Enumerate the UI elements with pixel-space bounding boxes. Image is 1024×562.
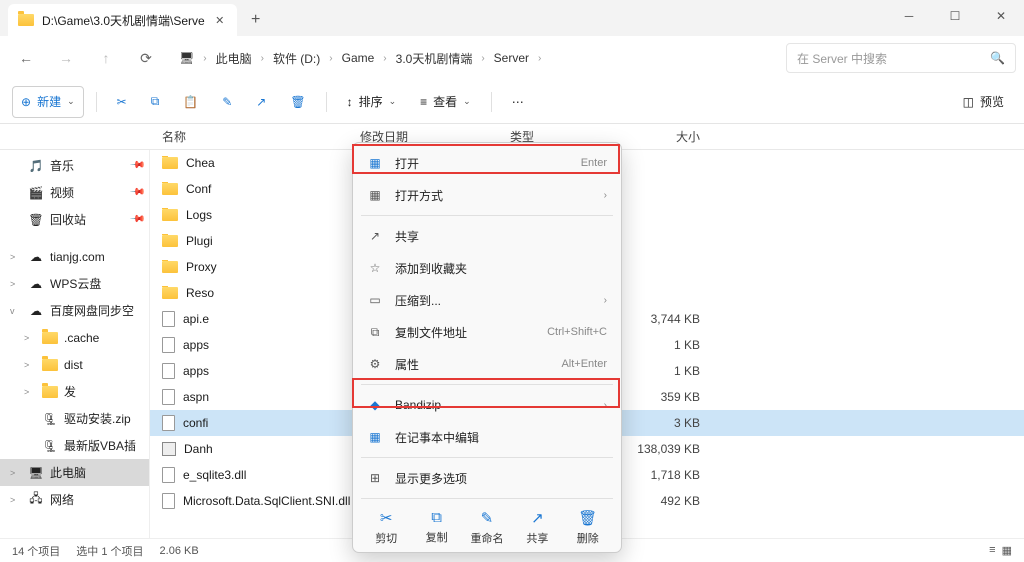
- ctx-share2[interactable]: ↗共享: [514, 509, 560, 546]
- maximize-button[interactable]: ☐: [932, 0, 978, 32]
- ctx-notepad[interactable]: ▦在记事本中编辑: [353, 421, 621, 453]
- sidebar-item[interactable]: >.cache: [0, 324, 149, 351]
- refresh-button[interactable]: ⟳: [128, 40, 164, 76]
- forward-button[interactable]: →: [48, 40, 84, 76]
- status-size: 2.06 KB: [160, 545, 199, 557]
- paste-button[interactable]: 📋: [175, 86, 206, 118]
- file-list: ▦打开Enter ▦打开方式› ↗共享 ☆添加到收藏夹 ▭压缩到...› ⧉复制…: [150, 150, 1024, 540]
- crumb[interactable]: 3.0天机剧情端: [391, 47, 478, 70]
- toolbar: ⊕ 新建 ⌄ ✂ ⧉ 📋 ✎ ↗ 🗑 ↕ 排序 ⌄ ≡ 查看 ⌄ ⋯ ◫ 预览: [0, 80, 1024, 124]
- ctx-cut[interactable]: ✂剪切: [363, 509, 409, 546]
- search-icon: 🔍: [990, 51, 1005, 65]
- ctx-bandizip[interactable]: ◆Bandizip›: [353, 389, 621, 421]
- view-details-button[interactable]: ≡: [989, 544, 995, 557]
- context-menu: ▦打开Enter ▦打开方式› ↗共享 ☆添加到收藏夹 ▭压缩到...› ⧉复制…: [352, 142, 622, 553]
- ctx-copy[interactable]: ⧉复制: [414, 509, 460, 546]
- cut-button[interactable]: ✂: [109, 86, 135, 118]
- view-button[interactable]: ≡ 查看 ⌄: [412, 86, 479, 118]
- ctx-compress[interactable]: ▭压缩到...›: [353, 284, 621, 316]
- sidebar-item[interactable]: >发: [0, 378, 149, 405]
- breadcrumb[interactable]: 🖥 › 此电脑› 软件 (D:)› Game› 3.0天机剧情端› Server…: [174, 47, 782, 70]
- view-grid-button[interactable]: ▦: [1002, 544, 1012, 557]
- share-button[interactable]: ↗: [248, 86, 274, 118]
- crumb[interactable]: Game: [337, 48, 380, 68]
- sidebar-item[interactable]: >☁WPS云盘: [0, 270, 149, 297]
- status-selected: 选中 1 个项目: [76, 543, 143, 559]
- sidebar-item[interactable]: 🗑回收站📌: [0, 206, 149, 233]
- back-button[interactable]: ←: [8, 40, 44, 76]
- crumb[interactable]: 此电脑: [211, 47, 257, 70]
- folder-icon: [18, 12, 34, 28]
- sidebar-item[interactable]: >🖧网络: [0, 486, 149, 513]
- sidebar-item[interactable]: v☁百度网盘同步空: [0, 297, 149, 324]
- ctx-rename[interactable]: ✎重命名: [464, 509, 510, 546]
- new-tab-button[interactable]: +: [241, 5, 271, 35]
- delete-button[interactable]: 🗑: [282, 86, 313, 118]
- sort-button[interactable]: ↕ 排序 ⌄: [339, 86, 405, 118]
- sidebar-item[interactable]: 🎬视频📌: [0, 179, 149, 206]
- copy-button[interactable]: ⧉: [143, 86, 168, 118]
- ctx-actions: ✂剪切 ⧉复制 ✎重命名 ↗共享 🗑删除: [353, 503, 621, 548]
- ctx-share[interactable]: ↗共享: [353, 220, 621, 252]
- window-controls: ─ ☐ ✕: [886, 0, 1024, 32]
- ctx-copy-path[interactable]: ⧉复制文件地址Ctrl+Shift+C: [353, 316, 621, 348]
- search-placeholder: 在 Server 中搜索: [797, 50, 887, 67]
- rename-button[interactable]: ✎: [214, 86, 240, 118]
- up-button[interactable]: ↑: [88, 40, 124, 76]
- col-size[interactable]: 大小: [620, 128, 700, 145]
- col-name[interactable]: 名称: [0, 128, 360, 145]
- close-icon[interactable]: ✕: [213, 14, 227, 27]
- status-items: 14 个项目: [12, 543, 60, 559]
- sidebar-item[interactable]: 🎵音乐📌: [0, 152, 149, 179]
- minimize-button[interactable]: ─: [886, 0, 932, 32]
- crumb[interactable]: Server: [489, 48, 534, 68]
- close-button[interactable]: ✕: [978, 0, 1024, 32]
- sidebar-item[interactable]: >☁tianjg.com: [0, 243, 149, 270]
- ctx-open[interactable]: ▦打开Enter: [353, 147, 621, 179]
- sidebar-item[interactable]: >dist: [0, 351, 149, 378]
- preview-button[interactable]: ◫ 预览: [955, 86, 1012, 118]
- sidebar: 🎵音乐📌🎬视频📌🗑回收站📌 >☁tianjg.com>☁WPS云盘v☁百度网盘同步…: [0, 150, 150, 540]
- ctx-open-with[interactable]: ▦打开方式›: [353, 179, 621, 211]
- pc-icon[interactable]: 🖥: [174, 48, 199, 68]
- sidebar-item[interactable]: >🖥此电脑: [0, 459, 149, 486]
- crumb[interactable]: 软件 (D:): [268, 47, 325, 70]
- ctx-favorite[interactable]: ☆添加到收藏夹: [353, 252, 621, 284]
- new-button[interactable]: ⊕ 新建 ⌄: [12, 86, 84, 118]
- sidebar-item[interactable]: 🗜驱动安装.zip: [0, 405, 149, 432]
- tab[interactable]: D:\Game\3.0天机剧情端\Serve ✕: [8, 4, 237, 36]
- titlebar: D:\Game\3.0天机剧情端\Serve ✕ + ─ ☐ ✕: [0, 0, 1024, 36]
- more-button[interactable]: ⋯: [504, 86, 532, 118]
- sidebar-item[interactable]: 🗜最新版VBA插: [0, 432, 149, 459]
- ctx-delete[interactable]: 🗑删除: [565, 509, 611, 546]
- ctx-properties[interactable]: ⚙属性Alt+Enter: [353, 348, 621, 380]
- ctx-more[interactable]: ⊞显示更多选项: [353, 462, 621, 494]
- navbar: ← → ↑ ⟳ 🖥 › 此电脑› 软件 (D:)› Game› 3.0天机剧情端…: [0, 36, 1024, 80]
- tab-title: D:\Game\3.0天机剧情端\Serve: [42, 12, 205, 29]
- search-input[interactable]: 在 Server 中搜索 🔍: [786, 43, 1016, 73]
